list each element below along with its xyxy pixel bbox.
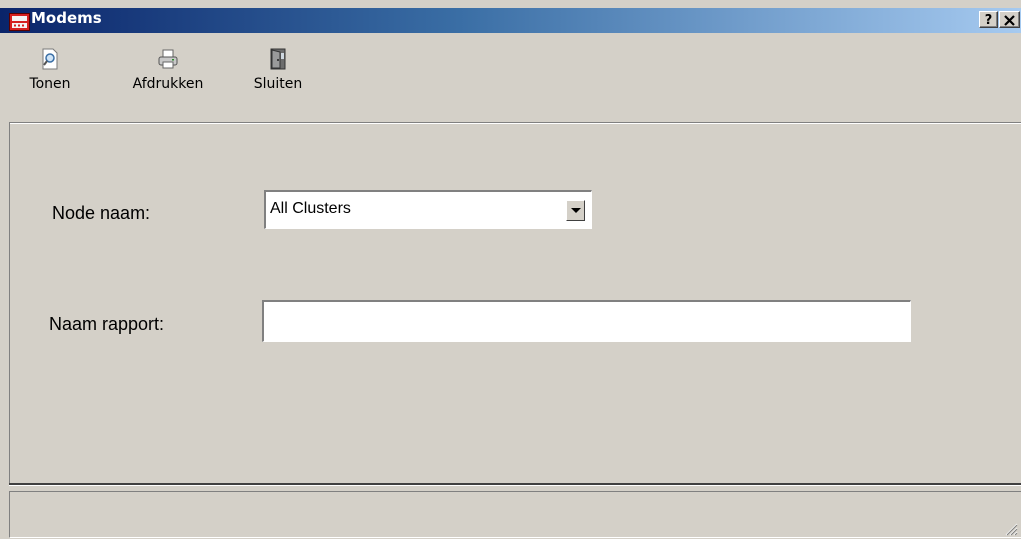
- door-exit-icon: [270, 48, 286, 70]
- node-naam-value: All Clusters: [270, 200, 351, 217]
- resize-grip-icon[interactable]: [1002, 520, 1018, 536]
- node-naam-dropdown[interactable]: All Clusters: [264, 190, 592, 229]
- printer-icon: [158, 49, 178, 69]
- tonen-label: Tonen: [29, 76, 71, 92]
- magnifier-preview-icon: [42, 48, 58, 70]
- close-button[interactable]: [999, 11, 1020, 28]
- window-title: Modems: [31, 9, 102, 27]
- title-bar[interactable]: Modems ?: [0, 8, 1021, 33]
- tonen-button[interactable]: Tonen: [25, 48, 75, 92]
- chevron-down-icon: [571, 208, 581, 213]
- help-button[interactable]: ?: [979, 11, 998, 28]
- naam-rapport-label: Naam rapport:: [49, 314, 165, 334]
- modems-window: Modems ? Tonen Afdrukken Sluiten Node na…: [0, 0, 1021, 539]
- sluiten-button[interactable]: Sluiten: [248, 48, 308, 92]
- modem-app-icon: [9, 13, 30, 31]
- node-naam-label: Node naam:: [52, 203, 151, 223]
- content-frame-bottom: [9, 483, 1021, 486]
- afdrukken-label: Afdrukken: [132, 76, 204, 92]
- dropdown-button[interactable]: [566, 200, 585, 221]
- sluiten-label: Sluiten: [253, 76, 303, 92]
- status-bar: [9, 491, 1021, 538]
- content-frame-left: [9, 122, 10, 483]
- afdrukken-button[interactable]: Afdrukken: [118, 48, 218, 92]
- close-icon: [1004, 15, 1015, 26]
- naam-rapport-input[interactable]: [262, 300, 911, 342]
- toolbar: Tonen Afdrukken Sluiten: [0, 34, 1021, 122]
- toolbar-divider: [10, 122, 1021, 124]
